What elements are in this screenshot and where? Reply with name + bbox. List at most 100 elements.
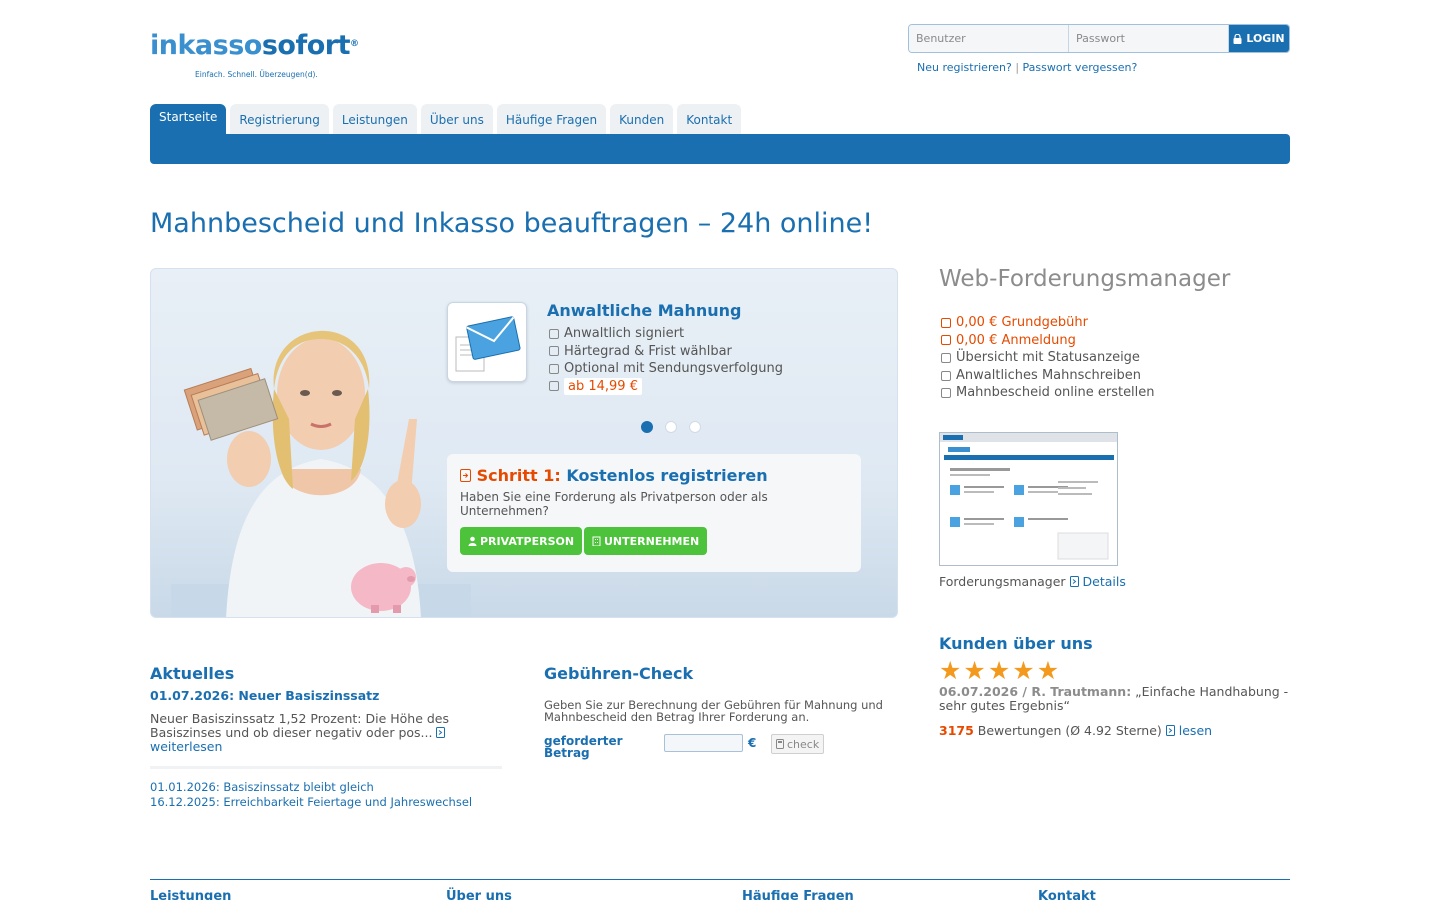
- slider-dot-3[interactable]: [689, 421, 701, 433]
- hero-feature-label: Optional mit Sendungsverfolgung: [564, 361, 784, 376]
- list-item: Optional mit Sendungsverfolgung: [549, 360, 783, 378]
- price-tag: ab 14,99 €: [564, 377, 642, 395]
- feature-label: 0,00 € Grundgebühr: [956, 315, 1088, 330]
- star-icon: ★: [1036, 656, 1060, 685]
- tab-ueber-uns[interactable]: Über uns: [420, 104, 493, 134]
- nav-bar: [150, 134, 1290, 164]
- review-meta: 06.07.2026 / R. Trautmann:: [939, 684, 1132, 699]
- slider-dot-2[interactable]: [665, 421, 677, 433]
- arrow-right-icon: [436, 727, 446, 738]
- details-link-label: Details: [1082, 574, 1126, 589]
- forgot-password-link[interactable]: Passwort vergessen?: [1023, 61, 1138, 74]
- logo[interactable]: inkassosofort® Einfach. Schnell. Überzeu…: [150, 26, 359, 84]
- checkbox-icon: [941, 370, 951, 381]
- fee-check-button[interactable]: check: [771, 734, 825, 754]
- amount-label: geforderter Betrag: [544, 734, 623, 760]
- feature-label: Mahnbescheid online erstellen: [956, 385, 1155, 401]
- calculator-icon: [776, 739, 784, 749]
- news-divider: [150, 766, 502, 769]
- company-button-label: UNTERNEHMEN: [604, 534, 700, 548]
- fee-check-title: Gebühren-Check: [544, 664, 694, 683]
- step-prefix: Schritt 1:: [476, 466, 561, 485]
- main-nav: Startseite Registrierung Leistungen Über…: [150, 104, 742, 134]
- read-reviews-link[interactable]: lesen: [1165, 723, 1213, 738]
- ratings-summary: 3175 Bewertungen (Ø 4.92 Sterne) lesen: [939, 723, 1212, 738]
- amount-input[interactable]: [664, 734, 743, 752]
- read-more-label: weiterlesen: [150, 739, 223, 754]
- username-input[interactable]: [909, 25, 1069, 52]
- checkbox-icon: [549, 363, 559, 374]
- footer-divider: [150, 879, 1290, 880]
- tab-kunden[interactable]: Kunden: [610, 104, 674, 134]
- logo-registered-mark: ®: [350, 39, 359, 49]
- list-item: Härtegrad & Frist wählbar: [549, 343, 783, 361]
- web-manager-title: Web-Forderungsmanager: [939, 266, 1231, 292]
- tab-startseite[interactable]: Startseite: [150, 104, 227, 134]
- rating-stars: ★ ★ ★ ★ ★: [939, 658, 1059, 683]
- woman-with-money-image: [171, 330, 471, 617]
- web-manager-caption: Forderungsmanager Details: [939, 574, 1126, 589]
- hero-feature-label: Härtegrad & Frist wählbar: [564, 343, 732, 359]
- logo-part2: fort: [295, 30, 350, 61]
- checkbox-icon: [941, 335, 951, 346]
- ratings-text: Bewertungen (Ø 4.92 Sterne): [977, 723, 1162, 738]
- tab-leistungen[interactable]: Leistungen: [332, 104, 417, 134]
- customer-review: 06.07.2026 / R. Trautmann: „Einfache Han…: [939, 685, 1291, 713]
- news-item[interactable]: 16.12.2025: Erreichbarkeit Feiertage und…: [150, 795, 472, 810]
- logo-wordmark: inkassosofort®: [150, 26, 359, 66]
- feature-label: 0,00 € Anmeldung: [956, 332, 1076, 348]
- tab-kontakt[interactable]: Kontakt: [677, 104, 742, 134]
- arrow-right-icon: [460, 469, 471, 482]
- step-description: Haben Sie eine Forderung als Privatperso…: [460, 490, 768, 518]
- registration-step-box: Schritt 1: Kostenlos registrieren Haben …: [447, 454, 861, 572]
- logo-prefix: so: [261, 30, 296, 61]
- currency-symbol: €: [748, 736, 757, 750]
- envelope-letter-icon: [447, 302, 527, 382]
- news-teaser-text: Neuer Basiszinssatz 1,52 Prozent: Die Hö…: [150, 711, 450, 740]
- news-list: 01.01.2026: Basiszinssatz bleibt gleich …: [150, 780, 472, 810]
- news-title: Aktuelles: [150, 664, 235, 683]
- hero-title: Anwaltliche Mahnung: [547, 301, 742, 320]
- password-input[interactable]: [1069, 25, 1229, 52]
- register-link[interactable]: Neu registrieren?: [917, 61, 1012, 74]
- list-item: 0,00 € Anmeldung: [941, 332, 1155, 350]
- news-item[interactable]: 01.01.2026: Basiszinssatz bleibt gleich: [150, 780, 472, 795]
- list-item: Übersicht mit Statusanzeige: [941, 349, 1155, 367]
- list-item: ab 14,99 €: [549, 377, 783, 395]
- footer-heading-haeufige-fragen[interactable]: Häufige Fragen: [742, 889, 854, 900]
- tab-registrierung[interactable]: Registrierung: [230, 104, 329, 134]
- logo-part1: inkasso: [150, 30, 262, 61]
- arrow-right-icon: [1069, 576, 1079, 587]
- login-button[interactable]: LOGIN: [1229, 25, 1289, 52]
- web-manager-caption-label: Forderungsmanager: [939, 574, 1066, 589]
- ratings-count: 3175: [939, 723, 974, 738]
- checkbox-icon: [549, 328, 559, 339]
- checkbox-icon: [549, 381, 559, 392]
- slider-dots: [641, 421, 701, 433]
- slider-dot-1[interactable]: [641, 421, 653, 433]
- company-button[interactable]: UNTERNEHMEN: [584, 527, 708, 555]
- step-title: Schritt 1: Kostenlos registrieren: [460, 466, 768, 485]
- details-link[interactable]: Details: [1069, 574, 1126, 589]
- footer-heading-kontakt[interactable]: Kontakt: [1038, 889, 1096, 900]
- web-manager-features: 0,00 € Grundgebühr 0,00 € Anmeldung Über…: [941, 314, 1155, 402]
- news-headline-link[interactable]: 01.07.2026: Neuer Basiszinssatz: [150, 688, 379, 703]
- feature-label: Anwaltliches Mahnschreiben: [956, 367, 1141, 383]
- private-person-button-label: PRIVATPERSON: [480, 534, 575, 548]
- fee-check-button-label: check: [787, 737, 820, 751]
- tab-haeufige-fragen[interactable]: Häufige Fragen: [496, 104, 607, 134]
- footer-heading-leistungen[interactable]: Leistungen: [150, 889, 231, 900]
- hero-slider[interactable]: Anwaltliche Mahnung Anwaltlich signiert …: [150, 268, 898, 618]
- feature-label: Übersicht mit Statusanzeige: [956, 350, 1140, 366]
- lock-icon: [1233, 33, 1242, 44]
- private-person-button[interactable]: PRIVATPERSON: [460, 527, 583, 555]
- web-manager-screenshot[interactable]: [939, 432, 1118, 566]
- building-icon: [592, 536, 601, 546]
- star-icon: ★: [939, 656, 962, 685]
- star-icon: ★: [963, 656, 986, 685]
- footer-heading-ueber-uns[interactable]: Über uns: [446, 889, 512, 900]
- star-icon: ★: [987, 656, 1011, 685]
- read-reviews-label: lesen: [1178, 723, 1213, 738]
- list-item: Anwaltlich signiert: [549, 325, 783, 343]
- user-icon: [468, 536, 477, 546]
